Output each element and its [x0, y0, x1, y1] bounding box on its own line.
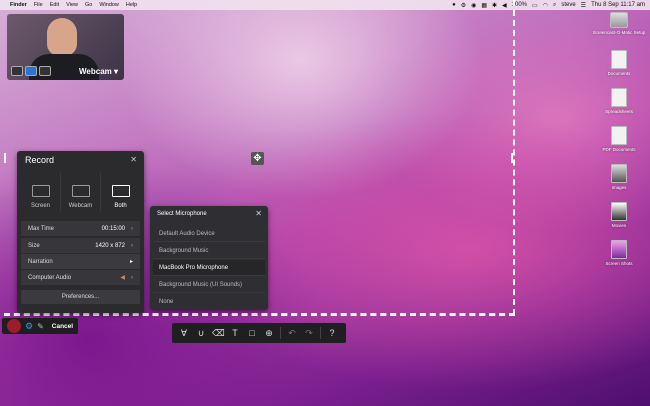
size-row[interactable]: Size 1420 x 872 ›	[21, 238, 140, 253]
mode-screen-label: Screen	[30, 203, 50, 209]
help-icon[interactable]: ?	[326, 328, 338, 338]
desktop-item-label: Documents	[607, 71, 631, 76]
mode-screen-button[interactable]: Screen	[21, 173, 61, 211]
gear-icon[interactable]: ⚙	[25, 321, 33, 332]
mode-webcam-button[interactable]: Webcam	[61, 173, 101, 211]
webcam-icon	[71, 185, 90, 197]
eraser-icon[interactable]: ⌫	[212, 328, 225, 339]
screenshot-icon	[611, 240, 627, 259]
webcam-preview[interactable]: Webcam ▾	[7, 14, 124, 80]
desktop-item-label: Spreadsheets	[605, 109, 633, 114]
screen-icon	[31, 185, 50, 197]
mic-option[interactable]: Background Music	[153, 243, 265, 259]
mic-option[interactable]: Default Audio Device	[153, 226, 265, 242]
record-mode-options: Screen Webcam Both	[21, 173, 140, 211]
recording-controls: ⚙ ✎ Cancel	[2, 318, 78, 334]
clock[interactable]: Thu 8 Sep 11:17 am	[591, 2, 645, 8]
record-panel: Record ✕ Screen Webcam Both Max Time 00:…	[17, 151, 144, 313]
desktop-item-label: Screen Shots	[605, 261, 633, 266]
size-value: 1420 x 872	[95, 242, 125, 249]
desktop-item-label: Movies	[611, 223, 627, 228]
desktop-item-setup[interactable]: Screencast-O-Matic Setup	[593, 12, 645, 50]
triangle-right-icon: ▸	[129, 259, 133, 265]
record-button[interactable]	[7, 319, 21, 333]
desktop-item-spreadsheets[interactable]: Spreadsheets	[596, 88, 642, 126]
rectangle-tool-icon[interactable]: □	[246, 328, 258, 338]
mic-panel-title: Select Microphone	[157, 211, 207, 217]
desktop-item-label: PDF Documents	[602, 147, 636, 152]
pencil-icon[interactable]: ✎	[37, 322, 44, 331]
capture-right-handle[interactable]	[511, 153, 513, 163]
chevron-right-icon: ›	[131, 242, 133, 249]
desktop-item-movies[interactable]: Movies	[596, 202, 642, 240]
battery-icon[interactable]: ▭	[532, 2, 538, 9]
chevron-right-icon: ›	[131, 225, 133, 232]
folder-icon	[611, 50, 627, 69]
narration-row[interactable]: Narration ▸	[21, 254, 140, 269]
pdf-icon	[611, 126, 627, 145]
zoom-icon[interactable]: ⊕	[263, 328, 275, 339]
mic-option[interactable]: Background Music (UI Sounds)	[153, 277, 265, 293]
webcam-face	[47, 18, 77, 56]
mic-option[interactable]: None	[153, 294, 265, 310]
webcam-mode-icon[interactable]	[39, 66, 51, 76]
desktop-item-images[interactable]: Images	[596, 164, 642, 202]
webcam-dropdown[interactable]: Webcam ▾	[79, 67, 118, 76]
preferences-button[interactable]: Preferences...	[21, 290, 140, 304]
computer-audio-row[interactable]: Computer Audio ◀ ›	[21, 270, 140, 285]
desktop-item-pdf[interactable]: PDF Documents	[596, 126, 642, 164]
computer-audio-label: Computer Audio	[28, 274, 72, 281]
undo-icon[interactable]: ↶	[286, 328, 298, 339]
image-icon	[611, 164, 627, 183]
desktop-item-documents[interactable]: Documents	[596, 50, 642, 88]
narration-label: Narration	[28, 258, 53, 265]
search-icon[interactable]: ⌕	[553, 2, 556, 9]
text-tool-icon[interactable]: T	[229, 328, 241, 338]
redo-icon[interactable]: ↷	[303, 328, 315, 339]
desktop-item-label: Images	[611, 185, 627, 190]
desktop-icons: Screencast-O-Matic Setup Documents Sprea…	[593, 12, 645, 278]
pen-tool-icon[interactable]: ∀	[178, 328, 190, 339]
capture-region-bottom-edge[interactable]	[4, 314, 515, 316]
close-icon[interactable]: ✕	[255, 209, 262, 218]
select-microphone-panel: Select Microphone ✕ Default Audio Device…	[150, 206, 268, 310]
desktop-item-label: Screencast-O-Matic Setup	[592, 30, 646, 35]
toolbar-divider	[280, 327, 281, 339]
webcam-mode-buttons	[11, 66, 51, 76]
document-icon	[611, 88, 627, 107]
movie-icon	[611, 202, 627, 221]
both-mode-icon[interactable]	[25, 66, 37, 76]
max-time-label: Max Time	[28, 225, 55, 232]
capture-left-handle[interactable]	[4, 153, 6, 163]
speaker-icon: ◀	[120, 275, 125, 281]
highlighter-icon[interactable]: ∪	[195, 328, 207, 339]
max-time-value: 00:15:00	[101, 225, 125, 232]
cancel-button[interactable]: Cancel	[52, 323, 73, 330]
size-label: Size	[28, 242, 40, 249]
drive-icon	[610, 12, 628, 28]
control-center-icon[interactable]: ☰	[581, 2, 586, 9]
mic-option-selected[interactable]: MacBook Pro Microphone	[153, 260, 265, 276]
wifi-icon[interactable]: ◠	[543, 2, 548, 9]
mode-both-button[interactable]: Both	[101, 173, 140, 211]
desktop-item-screenshots[interactable]: Screen Shots	[596, 240, 642, 278]
drawing-toolbar: ∀ ∪ ⌫ T □ ⊕ ↶ ↷ ?	[172, 323, 346, 343]
both-icon	[111, 185, 130, 197]
close-icon[interactable]: ✕	[130, 155, 137, 164]
chevron-right-icon: ›	[131, 274, 133, 281]
screen-mode-icon[interactable]	[11, 66, 23, 76]
record-panel-title: Record	[25, 155, 55, 165]
mode-webcam-label: Webcam	[68, 203, 93, 209]
move-handle-icon[interactable]: ✥	[251, 152, 264, 165]
max-time-row[interactable]: Max Time 00:15:00 ›	[21, 221, 140, 236]
mode-both-label: Both	[114, 203, 127, 209]
toolbar-divider	[320, 327, 321, 339]
user-name[interactable]: steve	[561, 2, 575, 8]
